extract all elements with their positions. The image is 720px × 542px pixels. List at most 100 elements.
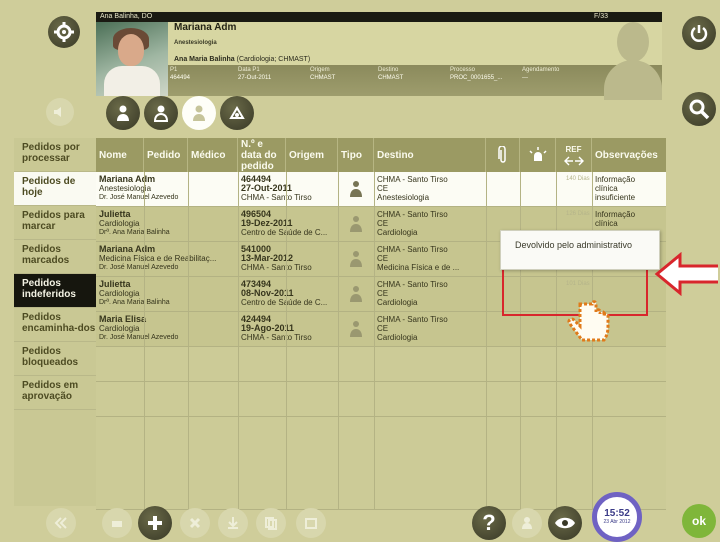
column-divider bbox=[520, 172, 521, 206]
destination-cell: CHMA - Santo Tirso CE Medicina Física e de… bbox=[377, 245, 483, 272]
close-icon bbox=[189, 517, 201, 529]
plus-icon bbox=[148, 516, 162, 530]
request-origin: CHMA - Santo Tirso bbox=[241, 193, 312, 202]
col-observacoes-header[interactable]: Observações bbox=[592, 138, 666, 172]
observation-line: clínica bbox=[595, 184, 618, 193]
col-destino-header[interactable]: Destino bbox=[374, 138, 486, 172]
column-divider bbox=[338, 347, 339, 381]
col-ref-header[interactable]: REF bbox=[556, 138, 592, 172]
sidebar-item-por-processar[interactable]: Pedidos por processar bbox=[14, 138, 96, 172]
column-divider bbox=[338, 382, 339, 416]
patient-cell: Maria Elisa Cardiologia Dr. José Manuel Az… bbox=[99, 315, 237, 342]
col-medico-header[interactable]: Médico bbox=[188, 138, 238, 172]
sound-button[interactable] bbox=[46, 98, 74, 126]
column-divider bbox=[144, 172, 145, 206]
patient-icon bbox=[153, 105, 169, 122]
column-divider bbox=[188, 172, 189, 206]
sidebar-item-label: Pedidos por processar bbox=[22, 142, 80, 164]
download-button[interactable] bbox=[218, 508, 248, 538]
sidebar-item-bloqueados[interactable]: Pedidos bloqueados bbox=[14, 342, 96, 376]
column-divider bbox=[338, 207, 339, 241]
column-divider bbox=[238, 417, 239, 509]
patient-name: Julietta bbox=[99, 210, 131, 219]
patient-header: Ana Balinha, DO F/33 Mariana Adm Anestes… bbox=[96, 12, 662, 96]
request-number-cell: 496504 19-Dez-2011 Centro de Saúde de C... bbox=[241, 210, 337, 237]
sidebar-item-em-aprovacao[interactable]: Pedidos em aprovação bbox=[14, 376, 96, 410]
table-row[interactable]: Mariana Adm Anestesiologia Dr. José Manuel… bbox=[96, 172, 666, 207]
column-divider bbox=[374, 277, 375, 311]
request-origin: CHMA - Santo Tirso bbox=[241, 263, 312, 272]
column-divider bbox=[520, 347, 521, 381]
request-doctor: Dr. José Manuel Azevedo bbox=[99, 334, 179, 341]
patient-name: Julietta bbox=[99, 280, 131, 289]
destination-hospital: CHMA - Santo Tirso bbox=[377, 280, 448, 289]
printer-icon bbox=[112, 521, 122, 527]
copy-button[interactable] bbox=[256, 508, 286, 538]
red-pointer-arrow-icon bbox=[654, 252, 718, 296]
referral-action-button[interactable] bbox=[512, 508, 542, 538]
request-date: 13-Mar-2012 bbox=[241, 253, 294, 263]
view-nurse-button[interactable] bbox=[182, 96, 216, 130]
view-referral-button[interactable] bbox=[220, 96, 254, 130]
col-attachment-header[interactable] bbox=[486, 138, 520, 172]
settings-gear-button[interactable] bbox=[48, 16, 80, 48]
sidebar-item-label: Pedidos em aprovação bbox=[22, 380, 79, 402]
request-type-icon bbox=[350, 321, 362, 337]
request-origin: CHMA - Santo Tirso bbox=[241, 333, 312, 342]
sidebar-item-label: Pedidos marcados bbox=[22, 244, 70, 266]
column-divider bbox=[338, 172, 339, 206]
column-divider bbox=[520, 382, 521, 416]
view-patient-button[interactable] bbox=[144, 96, 178, 130]
request-doctor: Dr. José Manuel Azevedo bbox=[99, 194, 179, 201]
col-tipo-header[interactable]: Tipo bbox=[338, 138, 374, 172]
column-divider bbox=[238, 172, 239, 206]
eye-icon bbox=[555, 517, 575, 529]
search-button[interactable] bbox=[682, 92, 716, 126]
column-divider bbox=[188, 242, 189, 276]
col-alert-header[interactable] bbox=[520, 138, 556, 172]
column-divider bbox=[144, 277, 145, 311]
col-pedido-header[interactable]: Pedido bbox=[144, 138, 188, 172]
back-button[interactable] bbox=[46, 508, 76, 538]
col-numero-header[interactable]: N.º e data do pedido bbox=[238, 138, 286, 172]
ok-button[interactable]: ok bbox=[682, 504, 716, 538]
column-divider bbox=[286, 382, 287, 416]
column-divider bbox=[144, 242, 145, 276]
question-mark-icon: ? bbox=[482, 510, 496, 535]
band-data-p1: Data P1 27-Out-2011 bbox=[238, 67, 272, 81]
sidebar-item-indeferidos[interactable]: Pedidos indeferidos bbox=[14, 274, 96, 308]
column-divider bbox=[144, 207, 145, 241]
col-nome-header[interactable]: Nome bbox=[96, 138, 144, 172]
column-divider bbox=[238, 207, 239, 241]
column-divider bbox=[188, 277, 189, 311]
calendar-icon bbox=[305, 518, 317, 529]
print-button[interactable] bbox=[102, 508, 132, 538]
observations-cell: Informação clínica bbox=[595, 210, 665, 228]
delete-button[interactable] bbox=[180, 508, 210, 538]
destination-specialty: Medicina Física e de ... bbox=[377, 263, 460, 272]
hand-cursor-icon bbox=[567, 300, 610, 342]
power-button[interactable] bbox=[682, 16, 716, 50]
copy-icon bbox=[265, 517, 277, 530]
request-specialty: Cardiologia bbox=[99, 289, 140, 298]
sidebar-item-para-marcar[interactable]: Pedidos para marcar bbox=[14, 206, 96, 240]
power-icon bbox=[690, 25, 708, 42]
request-specialty: Cardiologia bbox=[99, 219, 140, 228]
view-button[interactable] bbox=[548, 506, 582, 540]
patient-name: Mariana Adm bbox=[99, 175, 156, 184]
col-origem-header[interactable]: Origem bbox=[286, 138, 338, 172]
sidebar-item-hoje[interactable]: Pedidos de hoje bbox=[14, 172, 96, 206]
view-doctor-button[interactable] bbox=[106, 96, 140, 130]
column-divider bbox=[592, 382, 593, 416]
band-processo: Processo PROC_0001655_... bbox=[450, 67, 503, 81]
add-button[interactable] bbox=[138, 506, 172, 540]
sidebar-item-encaminhados[interactable]: Pedidos encaminha-dos bbox=[14, 308, 96, 342]
schedule-button[interactable] bbox=[296, 508, 326, 538]
tooltip: Devolvido pelo administrativo bbox=[500, 230, 660, 270]
help-button[interactable]: ? bbox=[472, 506, 506, 540]
sidebar-item-marcados[interactable]: Pedidos marcados bbox=[14, 240, 96, 274]
destination-type: CE bbox=[377, 219, 389, 228]
ref-label: REF bbox=[565, 144, 582, 154]
request-number-cell: 541000 13-Mar-2012 CHMA - Santo Tirso bbox=[241, 245, 337, 272]
column-divider bbox=[486, 277, 487, 311]
